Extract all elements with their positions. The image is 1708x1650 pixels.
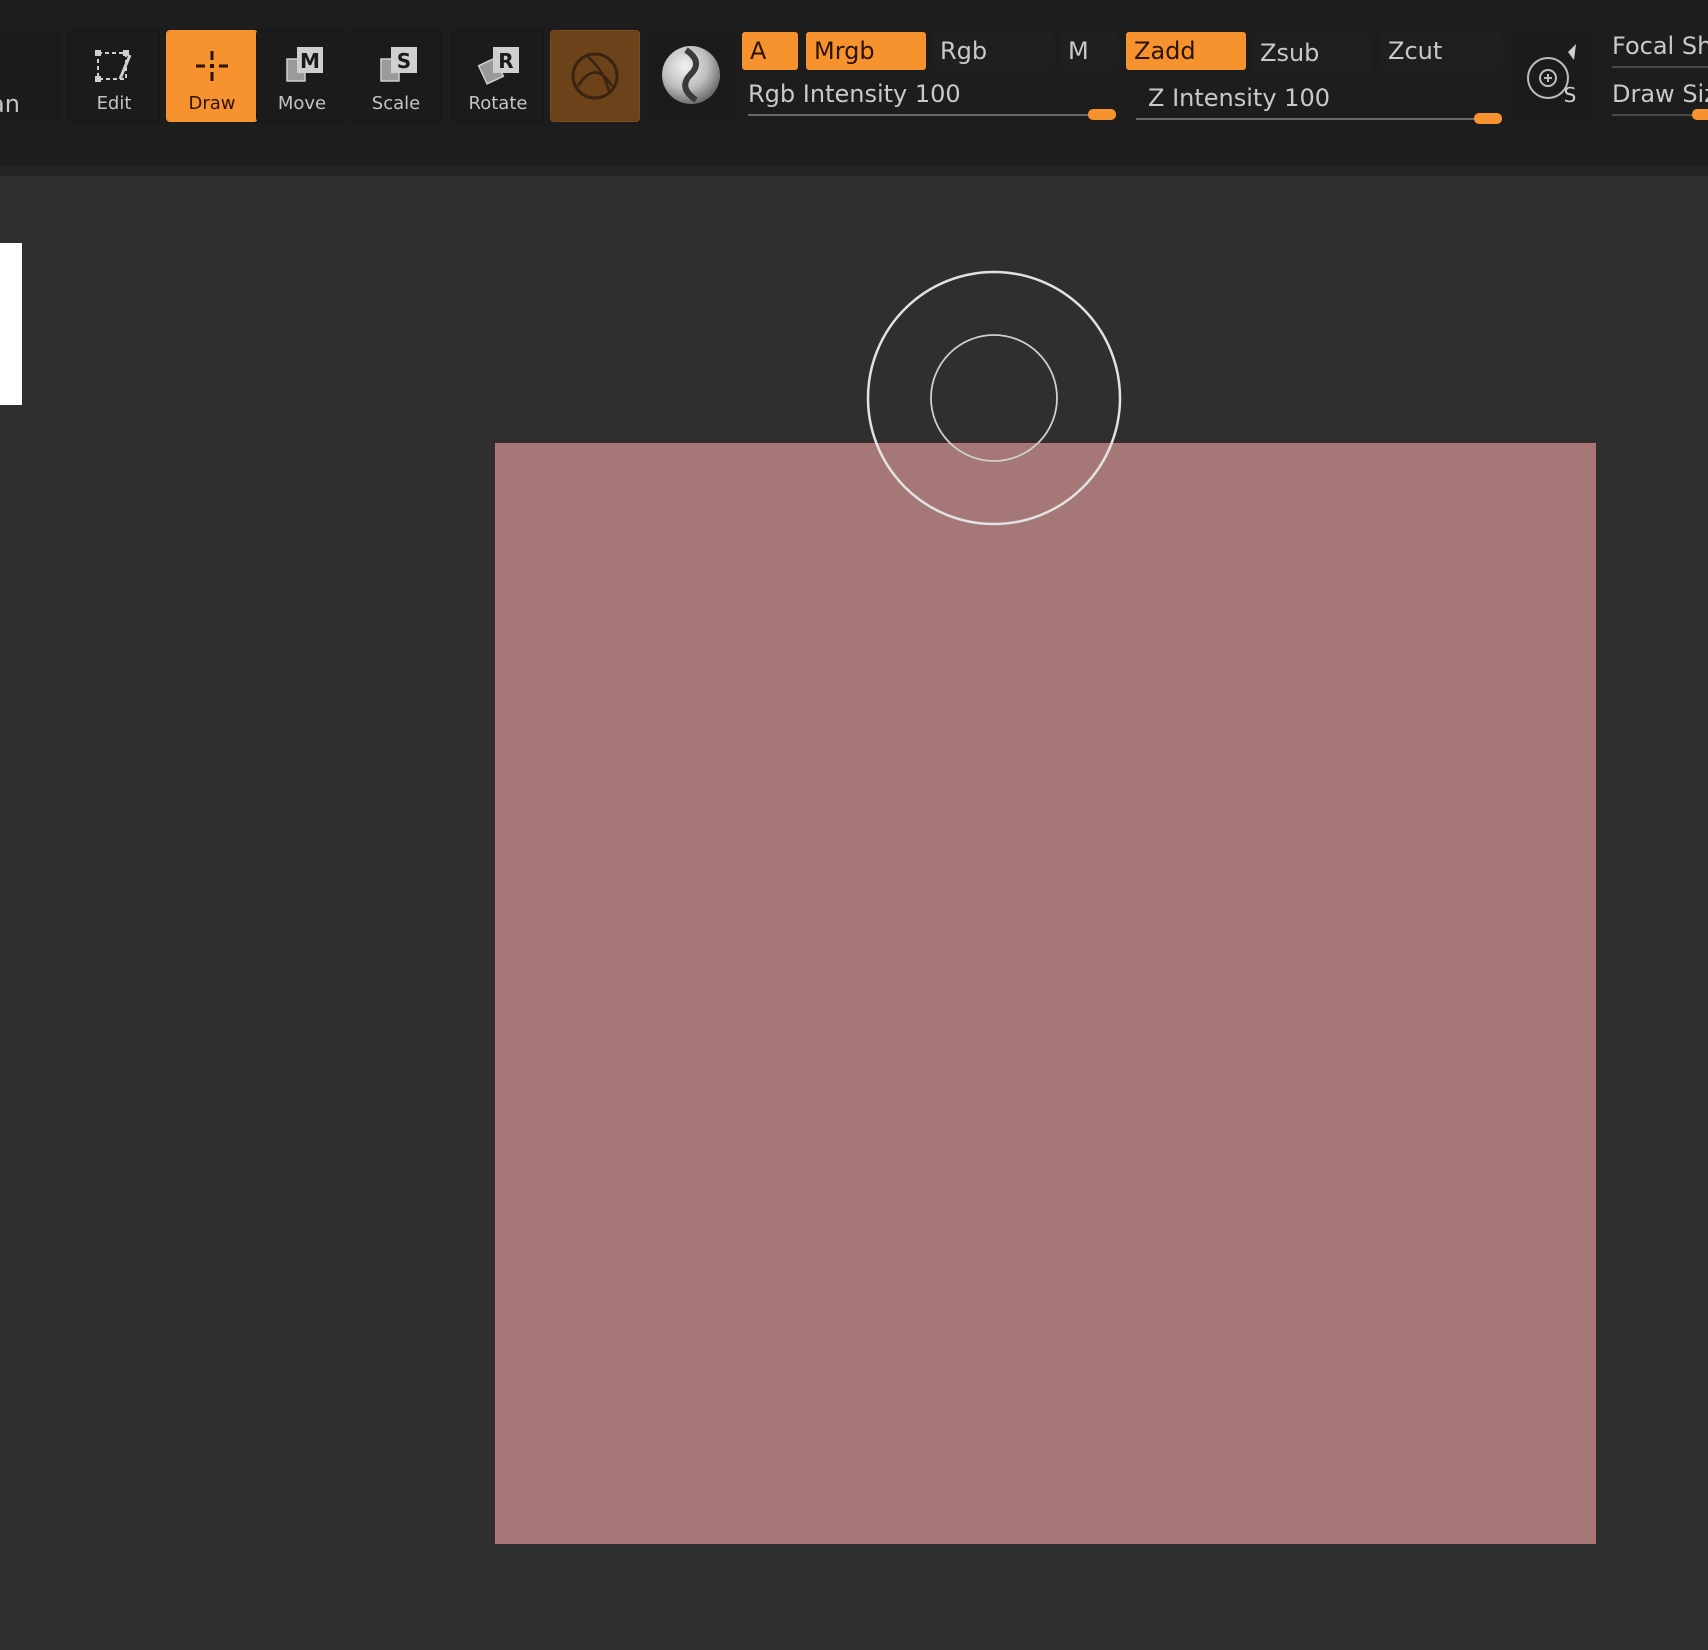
zadd-toggle[interactable]: Zadd [1126, 32, 1246, 70]
zcut-toggle[interactable]: Zcut [1380, 32, 1502, 70]
draw-size-label: Draw Siz [1612, 80, 1708, 108]
edit-icon [69, 45, 159, 87]
rgb-intensity-slider[interactable] [748, 114, 1116, 116]
focal-shift-icon: S [1527, 44, 1577, 107]
focal-shift-slider[interactable] [1612, 66, 1708, 68]
material-sphere-icon [571, 52, 619, 100]
toolbar-divider [0, 166, 1708, 176]
rgb-intensity-slider-label: Rgb Intensity 100 [748, 80, 961, 108]
rotate-icon: R [453, 45, 543, 87]
zbrush-app: an Edit [0, 0, 1708, 1650]
cut-off-tool-button[interactable]: an [0, 30, 60, 120]
draw-label: Draw [188, 93, 236, 114]
material-button[interactable] [550, 30, 640, 122]
rgb-intensity-value: 100 [914, 80, 961, 108]
edit-button[interactable]: Edit [68, 30, 160, 122]
zsub-toggle[interactable]: Zsub [1252, 34, 1372, 72]
focal-shift-label: Focal Shi [1612, 32, 1708, 60]
rgb-toggle[interactable]: Rgb [932, 32, 1054, 70]
svg-text:R: R [498, 49, 513, 73]
rotate-label: Rotate [468, 93, 528, 114]
svg-text:S: S [397, 49, 411, 73]
rotate-button[interactable]: R Rotate [452, 30, 544, 122]
brush-button[interactable] [646, 30, 736, 120]
z-intensity-knob[interactable] [1474, 113, 1502, 124]
svg-text:S: S [1564, 83, 1577, 107]
rgb-intensity-fill [748, 114, 1116, 116]
draw-size-knob[interactable] [1692, 109, 1708, 120]
edit-label: Edit [96, 93, 132, 114]
rgb-intensity-knob[interactable] [1088, 109, 1116, 120]
svg-text:M: M [300, 49, 320, 73]
move-button[interactable]: M Move [256, 30, 348, 122]
scale-icon: S [351, 45, 441, 87]
z-intensity-value: 100 [1284, 84, 1330, 112]
z-intensity-slider[interactable] [1136, 118, 1502, 120]
a-toggle[interactable]: A [742, 32, 798, 70]
focal-shift-button[interactable]: S [1510, 30, 1590, 120]
scale-label: Scale [371, 93, 421, 114]
sphere-brush-icon [662, 46, 720, 104]
z-intensity-slider-label: Z Intensity 100 [1148, 84, 1330, 112]
draw-crosshair-icon [167, 45, 257, 87]
scale-button[interactable]: S Scale [350, 30, 442, 122]
cut-off-tool-label: an [0, 90, 20, 118]
side-panel-edge [0, 243, 22, 405]
rgb-intensity-label: Rgb Intensity [748, 80, 908, 108]
plane-mesh[interactable] [495, 443, 1596, 1544]
move-icon: M [257, 45, 347, 87]
top-toolbar: an Edit [0, 0, 1708, 176]
move-label: Move [277, 93, 327, 114]
mrgb-toggle[interactable]: Mrgb [806, 32, 926, 70]
z-intensity-fill [1136, 118, 1502, 120]
m-toggle[interactable]: M [1060, 32, 1118, 70]
draw-button[interactable]: Draw [166, 30, 258, 122]
z-intensity-label: Z Intensity [1148, 84, 1277, 112]
